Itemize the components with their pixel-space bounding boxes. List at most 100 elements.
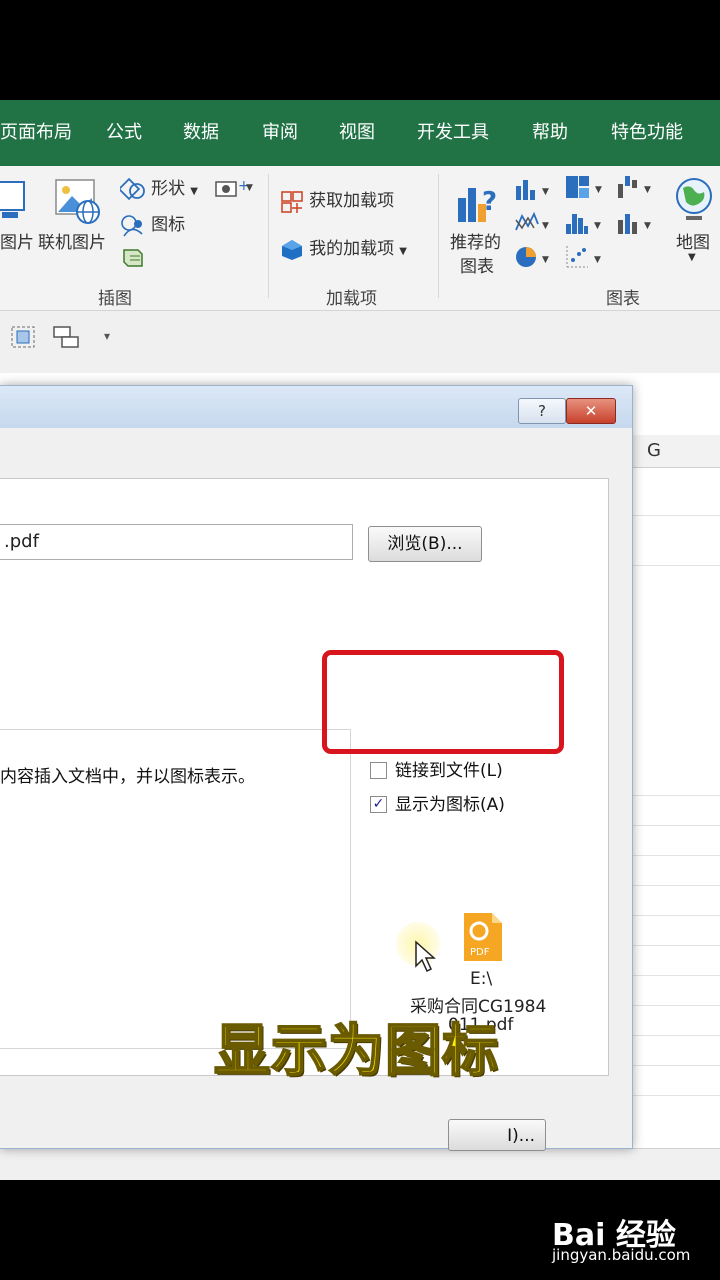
- shapes-icon: [117, 177, 145, 200]
- pdf-icon-label: PDF: [470, 947, 490, 958]
- customize-toolbar-icon[interactable]: ▾: [104, 329, 110, 343]
- svg-text:▼: ▼: [542, 255, 549, 265]
- close-button[interactable]: ✕: [566, 398, 616, 424]
- chevron-down-icon: ▼: [190, 186, 198, 197]
- tab-formulas[interactable]: 公式: [106, 118, 142, 144]
- charts-group-label: 图表: [606, 289, 640, 309]
- svg-text:▼: ▼: [595, 185, 602, 195]
- highlight-box: [322, 650, 564, 754]
- waterfall-chart-button[interactable]: ▼: [616, 174, 658, 206]
- scatter-chart-icon: ▼: [566, 246, 601, 268]
- status-bar: [0, 1148, 720, 1180]
- tab-page-layout[interactable]: 页面布局: [0, 118, 72, 144]
- gridline: [632, 795, 720, 796]
- my-addins-label: 我的加载项: [309, 239, 395, 259]
- my-addins-icon: [282, 239, 302, 260]
- column-header-g[interactable]: G: [632, 435, 720, 468]
- ribbon-tab-bar: 页面布局 公式 数据 审阅 视图 开发工具 帮助 特色功能: [0, 100, 720, 166]
- 3d-models-button[interactable]: [122, 246, 146, 272]
- combo-chart-button[interactable]: ▼: [616, 210, 658, 240]
- gridline: [632, 1005, 720, 1006]
- illustrations-group-label: 插图: [98, 289, 132, 309]
- group-objects-icon[interactable]: [52, 325, 82, 349]
- line-chart-icon: ▼: [515, 211, 549, 231]
- tab-view[interactable]: 视图: [339, 118, 375, 144]
- checkbox-box[interactable]: [370, 761, 387, 779]
- pie-chart-icon: ▼: [516, 247, 549, 267]
- display-as-icon-label: 显示为图标(A): [395, 795, 505, 815]
- store-icon: [281, 190, 303, 213]
- recommended-charts-label-1: 推荐的: [450, 233, 501, 253]
- gridline: [632, 915, 720, 916]
- my-addins-button[interactable]: 我的加载项 ▼: [280, 234, 407, 262]
- help-button[interactable]: ?: [518, 398, 566, 424]
- icons-label: 图标: [151, 215, 186, 235]
- screenshot-icon: + ▼: [215, 178, 253, 197]
- scatter-chart-button[interactable]: ▼: [564, 244, 606, 274]
- gridline: [632, 855, 720, 856]
- online-pictures-label: 联机图片: [38, 233, 106, 253]
- chevron-down-icon: ▼: [399, 246, 407, 257]
- icons-button[interactable]: 图标: [120, 210, 185, 238]
- dialog-title-bar: ? ✕: [0, 386, 632, 428]
- pie-chart-button[interactable]: ▼: [514, 244, 556, 274]
- browse-button[interactable]: 浏览(B)...: [368, 526, 482, 562]
- statistic-chart-button[interactable]: ▼: [564, 210, 606, 240]
- gridline: [632, 825, 720, 826]
- group-separator: [438, 174, 439, 298]
- gridline: [632, 1035, 720, 1036]
- link-to-file-checkbox[interactable]: 链接到文件(L): [370, 756, 503, 781]
- icons-icon: [121, 214, 143, 236]
- online-pictures-icon: [55, 179, 100, 224]
- select-objects-icon[interactable]: [10, 325, 36, 349]
- pictures-button[interactable]: [0, 180, 26, 228]
- video-caption: 显示为图标: [213, 1018, 499, 1085]
- mouse-cursor-icon: [415, 940, 436, 973]
- display-as-icon-checkbox[interactable]: ✓ 显示为图标(A): [370, 790, 505, 815]
- tab-review[interactable]: 审阅: [262, 118, 298, 144]
- 3d-model-icon: [123, 249, 143, 267]
- get-addins-button[interactable]: 获取加载项: [280, 186, 394, 214]
- recommended-charts-label-2: 图表: [460, 257, 494, 277]
- globe-icon: [676, 178, 712, 220]
- gridline: [632, 1095, 720, 1096]
- result-description-box: 内容插入文档中，并以图标表示。: [0, 729, 351, 1049]
- change-icon-button[interactable]: I)...: [448, 1119, 546, 1151]
- tab-help[interactable]: 帮助: [532, 118, 568, 144]
- screenshot-button[interactable]: + ▼: [214, 176, 254, 202]
- shapes-button[interactable]: 形状 ▼: [117, 174, 198, 202]
- column-header-label: G: [647, 440, 661, 461]
- video-letterbox-top: [0, 0, 720, 100]
- svg-text:▼: ▼: [246, 183, 253, 193]
- gridline: [632, 945, 720, 946]
- get-addins-label: 获取加载项: [309, 191, 395, 211]
- group-separator: [268, 174, 269, 298]
- line-chart-button[interactable]: ▼: [514, 210, 556, 240]
- file-name-input[interactable]: .pdf: [0, 524, 353, 560]
- shapes-label: 形状: [151, 179, 186, 199]
- svg-text:▼: ▼: [594, 255, 601, 265]
- statistic-chart-icon: ▼: [566, 214, 601, 234]
- tab-special-features[interactable]: 特色功能: [611, 118, 683, 144]
- gridline: [632, 975, 720, 976]
- online-pictures-button[interactable]: [54, 176, 102, 230]
- svg-text:▼: ▼: [542, 187, 549, 197]
- maps-button[interactable]: [674, 176, 714, 228]
- svg-text:▼: ▼: [644, 221, 651, 231]
- baidu-url: jingyan.baidu.com: [552, 1246, 691, 1264]
- tab-data[interactable]: 数据: [183, 118, 219, 144]
- link-to-file-label: 链接到文件(L): [395, 761, 503, 781]
- gridline: [632, 1065, 720, 1066]
- svg-text:▼: ▼: [594, 221, 601, 231]
- svg-text:▼: ▼: [644, 185, 651, 195]
- hierarchy-chart-button[interactable]: ▼: [564, 174, 606, 206]
- result-description-text: 内容插入文档中，并以图标表示。: [0, 767, 255, 787]
- svg-text:?: ?: [482, 187, 497, 217]
- recommended-charts-icon: ?: [458, 187, 497, 222]
- recommended-charts-button[interactable]: ?: [456, 180, 502, 230]
- checkmark-icon[interactable]: ✓: [370, 795, 387, 813]
- tab-developer[interactable]: 开发工具: [417, 118, 489, 144]
- combo-chart-icon: ▼: [618, 214, 651, 234]
- pdf-file-icon: PDF: [462, 911, 504, 967]
- column-chart-button[interactable]: ▼: [514, 176, 556, 206]
